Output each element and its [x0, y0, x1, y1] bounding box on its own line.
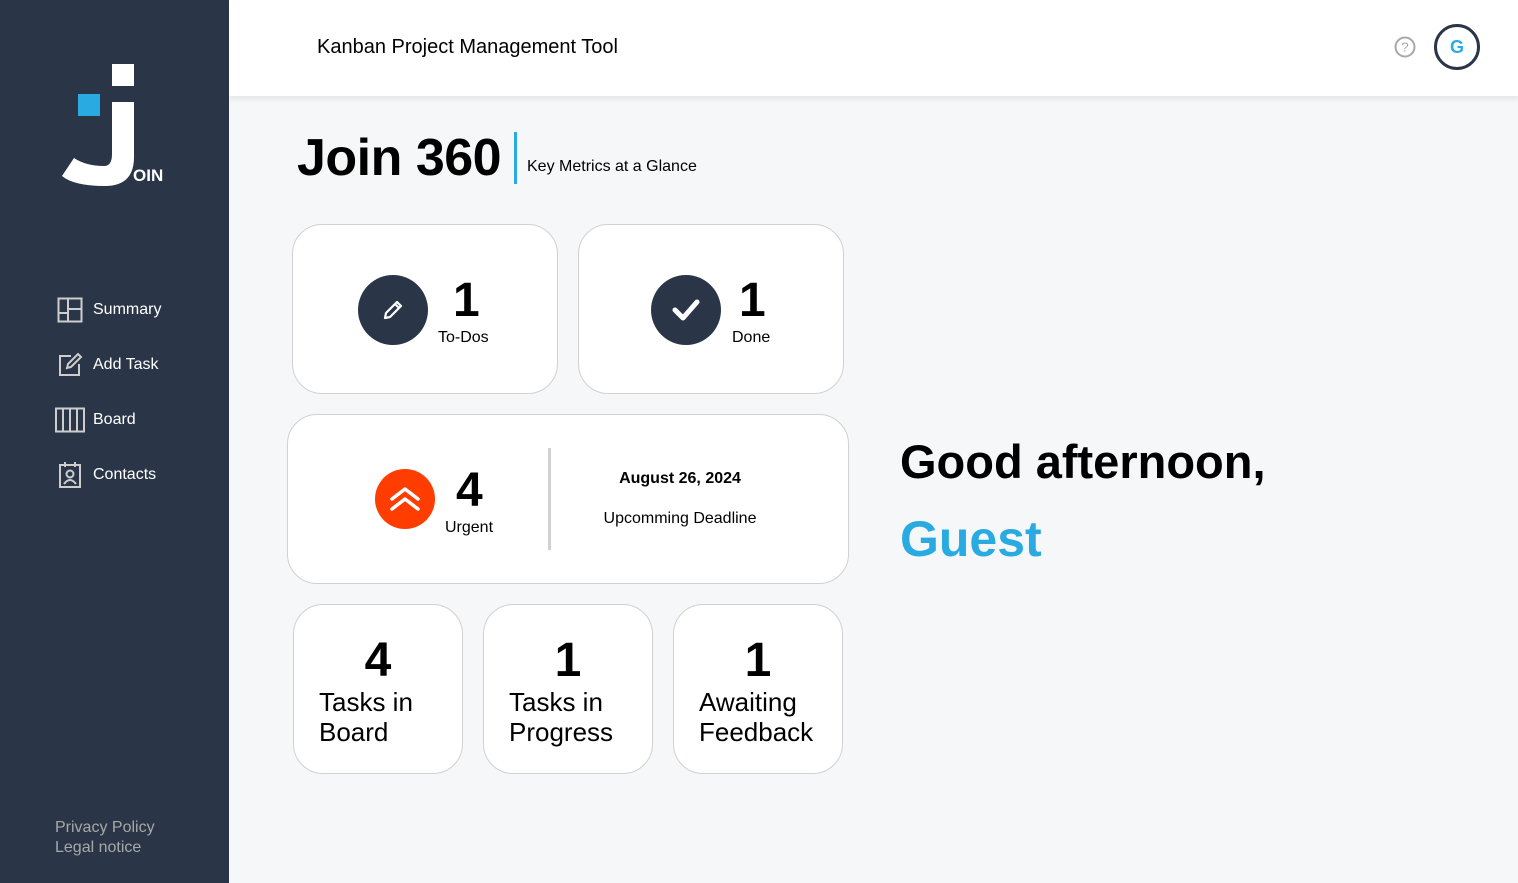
board-label-line2: Board — [319, 717, 389, 747]
urgent-count: 4 — [456, 464, 483, 517]
sidebar-item-label: Contacts — [93, 466, 157, 483]
done-label: Done — [732, 329, 771, 346]
urgent-label: Urgent — [445, 519, 494, 536]
todo-card[interactable]: 1 To-Dos — [292, 224, 558, 394]
privacy-policy-link[interactable]: Privacy Policy — [55, 818, 155, 838]
svg-text:?: ? — [1401, 40, 1408, 55]
progress-label-line1: Tasks in — [509, 687, 603, 717]
tasks-in-board-card[interactable]: 4 Tasks in Board — [293, 604, 463, 774]
urgent-card[interactable]: 4 Urgent August 26, 2024 Upcomming Deadl… — [287, 414, 849, 584]
sidebar-item-add-task[interactable]: Add Task — [55, 345, 205, 385]
legal-notice-link[interactable]: Legal notice — [55, 838, 155, 858]
summary-icon — [55, 295, 85, 325]
todo-count: 1 — [453, 274, 480, 327]
sidebar-item-label: Summary — [93, 301, 162, 318]
title-divider — [514, 132, 517, 184]
progress-label: Tasks in Progress — [509, 687, 649, 747]
board-count: 4 — [364, 634, 392, 687]
progress-label-line2: Progress — [509, 717, 614, 747]
check-icon — [651, 275, 721, 345]
todo-label: To-Dos — [438, 329, 489, 346]
board-label: Tasks in Board — [319, 687, 459, 747]
logo-text: OIN — [133, 166, 164, 185]
deadline-label: Upcomming Deadline — [603, 510, 757, 527]
help-icon[interactable]: ? — [1394, 36, 1416, 58]
sidebar-item-board[interactable]: Board — [55, 400, 205, 440]
tasks-in-progress-card[interactable]: 1 Tasks in Progress — [483, 604, 653, 774]
sidebar-item-summary[interactable]: Summary — [55, 290, 205, 330]
add-task-icon — [55, 350, 85, 380]
pencil-icon — [358, 275, 428, 345]
legal-links: Privacy Policy Legal notice — [55, 818, 155, 858]
urgent-divider — [548, 448, 551, 550]
feedback-label-line2: Feedback — [699, 717, 814, 747]
progress-count: 1 — [554, 634, 582, 687]
feedback-label-line1: Awaiting — [699, 687, 797, 717]
feedback-label: Awaiting Feedback — [699, 687, 839, 747]
contacts-icon — [55, 460, 85, 490]
board-icon — [55, 405, 85, 435]
greeting-name: Guest — [900, 511, 1042, 567]
page-subtitle: Key Metrics at a Glance — [527, 158, 697, 175]
done-count: 1 — [739, 274, 766, 327]
page-title: Join 360 — [297, 129, 502, 187]
sidebar-item-label: Add Task — [93, 356, 159, 373]
sidebar-item-label: Board — [93, 411, 136, 428]
feedback-count: 1 — [744, 634, 772, 687]
greeting-text: Good afternoon, — [900, 435, 1266, 488]
awaiting-feedback-card[interactable]: 1 Awaiting Feedback — [673, 604, 843, 774]
urgent-arrows-icon — [375, 469, 435, 529]
deadline-date: August 26, 2024 — [619, 470, 741, 487]
top-header: Kanban Project Management Tool ? G — [229, 0, 1518, 96]
sidebar: OIN Summary Add Task Board Contacts Priv… — [0, 0, 229, 883]
board-label-line1: Tasks in — [319, 687, 413, 717]
sidebar-item-contacts[interactable]: Contacts — [55, 455, 205, 495]
done-card[interactable]: 1 Done — [578, 224, 844, 394]
sidebar-nav: Summary Add Task Board Contacts — [55, 290, 205, 510]
join-logo[interactable]: OIN — [60, 62, 170, 192]
user-avatar[interactable]: G — [1434, 24, 1480, 70]
header-title: Kanban Project Management Tool — [317, 36, 618, 58]
